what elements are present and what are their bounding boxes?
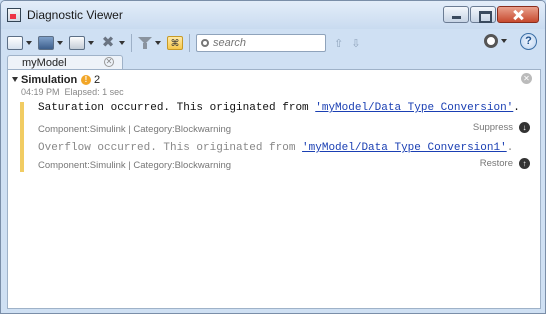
- tab-bar: myModel ✕: [7, 55, 541, 69]
- filter-icon: [138, 36, 152, 50]
- chevron-down-icon: [57, 41, 63, 45]
- window-controls: [443, 6, 539, 23]
- suppress-label: Suppress: [472, 122, 513, 133]
- run-header[interactable]: Simulation ! 2 04:19 PM Elapsed: 1 sec ✕: [8, 73, 540, 103]
- run-timestamp: 04:19 PM Elapsed: 1 sec: [21, 87, 124, 97]
- toolbar-separator: [189, 34, 190, 52]
- restore-button[interactable]: Restore ↑: [480, 158, 530, 169]
- filter-button[interactable]: [138, 33, 161, 53]
- previous-match-button[interactable]: ⇧: [334, 37, 343, 50]
- toolbar: ✖ ⌘ ⇧ ⇩ ?: [7, 31, 541, 55]
- minimize-button[interactable]: [443, 6, 469, 23]
- save-button[interactable]: [38, 33, 63, 53]
- window-title: Diagnostic Viewer: [27, 8, 123, 22]
- tab-label: myModel: [22, 56, 67, 69]
- toolbar-separator: [131, 34, 132, 52]
- diagnostic-viewer-window: Diagnostic Viewer ✖ ⌘ ⇧: [0, 0, 546, 314]
- tab-close-icon[interactable]: ✕: [104, 57, 114, 67]
- run-title: Simulation: [21, 74, 78, 86]
- message-suffix: .: [513, 102, 520, 114]
- close-window-button[interactable]: [497, 6, 539, 23]
- clear-run-icon[interactable]: ✕: [521, 73, 532, 84]
- tab-mymodel[interactable]: myModel ✕: [7, 55, 123, 69]
- next-match-button[interactable]: ⇩: [351, 37, 360, 50]
- maximize-button[interactable]: [470, 6, 496, 23]
- copy-icon: [69, 36, 85, 50]
- warning-icon: !: [81, 75, 91, 85]
- chevron-down-icon: [155, 41, 161, 45]
- message-text: Overflow occurred. This originated from …: [38, 142, 513, 154]
- diagnostics-panel: Simulation ! 2 04:19 PM Elapsed: 1 sec ✕…: [7, 69, 541, 309]
- chevron-down-icon: [26, 41, 32, 45]
- group-button[interactable]: [7, 33, 32, 53]
- chevron-down-icon: [501, 39, 507, 43]
- message-prefix: Overflow occurred. This originated from: [38, 142, 303, 154]
- search-icon: [201, 39, 209, 47]
- title-bar: Diagnostic Viewer: [1, 1, 545, 29]
- restore-label: Restore: [479, 158, 513, 169]
- message-suffix: .: [506, 142, 514, 154]
- source-link[interactable]: 'myModel/Data Type Conversion1': [302, 142, 507, 154]
- save-icon: [38, 36, 54, 50]
- copy-button[interactable]: [69, 33, 94, 53]
- message-metadata: Component:Simulink | Category:Blockwarni…: [38, 160, 232, 171]
- warning-count: 2: [94, 74, 101, 86]
- diagnostic-message: Saturation occurred. This originated fro…: [20, 102, 534, 142]
- expand-triangle-icon[interactable]: [12, 77, 18, 82]
- clear-button[interactable]: ✖: [100, 33, 125, 53]
- run-time: 04:19 PM: [21, 87, 60, 97]
- app-icon: [7, 8, 21, 22]
- arrow-up-icon: ↑: [519, 158, 530, 169]
- highlight-toggle-button[interactable]: ⌘: [167, 33, 183, 53]
- message-prefix: Saturation occurred. This originated fro…: [38, 102, 316, 114]
- diagnostic-message: Overflow occurred. This originated from …: [20, 142, 534, 172]
- warning-count-badge: ! 2: [81, 74, 100, 86]
- grid-icon: [7, 36, 23, 50]
- gear-icon: [484, 34, 498, 48]
- search-box[interactable]: [196, 34, 326, 52]
- message-metadata: Component:Simulink | Category:Blockwarni…: [38, 124, 232, 135]
- search-input[interactable]: [213, 37, 319, 49]
- source-link[interactable]: 'myModel/Data Type Conversion': [315, 102, 513, 114]
- run-elapsed: Elapsed: 1 sec: [64, 87, 124, 97]
- message-text: Saturation occurred. This originated fro…: [38, 102, 520, 114]
- chevron-down-icon: [119, 41, 125, 45]
- highlight-icon: ⌘: [167, 36, 183, 50]
- help-button[interactable]: ?: [520, 33, 537, 50]
- suppress-button[interactable]: Suppress ↓: [473, 122, 530, 133]
- settings-button[interactable]: [484, 34, 507, 48]
- clear-icon: ✖: [101, 34, 115, 51]
- chevron-down-icon: [88, 41, 94, 45]
- arrow-down-icon: ↓: [519, 122, 530, 133]
